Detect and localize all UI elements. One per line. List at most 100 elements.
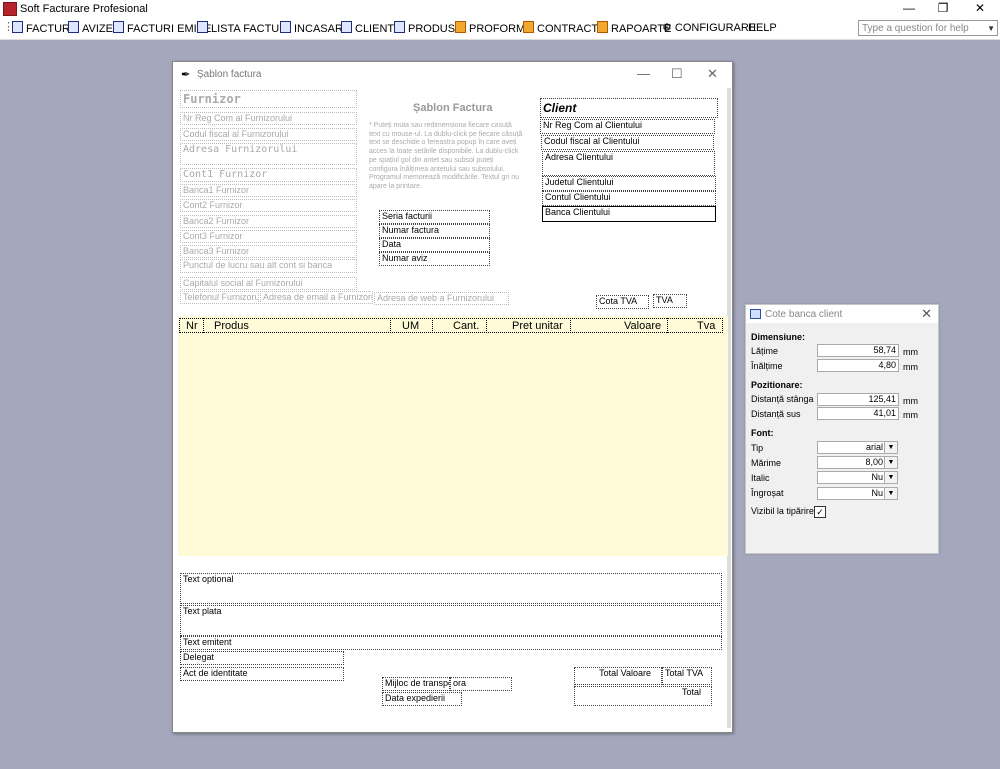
furnizor-email-field[interactable]: Adresa de email a Furnizorului [260, 291, 373, 304]
menu-configurare[interactable]: ⚙ CONFIGURARE [662, 21, 756, 35]
panel-title: Cote banca client [765, 309, 843, 320]
italic-select[interactable]: Nu ▼ [817, 471, 898, 484]
total-tva-field[interactable]: Total TVA [662, 667, 712, 685]
client-adresa-field[interactable]: Adresa Clientului [542, 151, 715, 176]
tva-field[interactable]: TVA [653, 294, 687, 308]
text-optional-field[interactable]: Text optional [180, 573, 722, 604]
italic-label: Italic [751, 473, 770, 483]
furnizor-punct-lucru-field[interactable]: Punctul de lucru sau alt cont si banca [180, 259, 357, 273]
chevron-down-icon[interactable]: ▼ [884, 442, 897, 453]
ora-field[interactable]: ora [450, 677, 512, 691]
stanga-unit: mm [903, 396, 918, 406]
help-search-input[interactable]: Type a question for help ▼ [858, 20, 998, 36]
latime-input[interactable]: 58,74 [817, 344, 899, 357]
furnizor-cont3-field[interactable]: Cont3 Furnizor [180, 230, 357, 243]
menu-incasari[interactable]: INCASARI [280, 21, 346, 35]
delegat-field[interactable]: Delegat [180, 651, 344, 665]
cota-tva-field[interactable]: Cota TVA [596, 295, 649, 309]
total-field[interactable]: Total [574, 686, 712, 706]
seria-field[interactable]: Seria facturii [379, 210, 490, 224]
col-cant[interactable]: Cant. [453, 320, 479, 332]
inaltime-label: Înălțime [751, 361, 783, 371]
furnizor-banca1-field[interactable]: Banca1 Furnizor [180, 184, 357, 197]
col-divider [667, 318, 668, 333]
panel-title-bar: Cote banca client ✕ [746, 305, 938, 323]
chevron-down-icon[interactable]: ▼ [884, 457, 897, 468]
menu-produse[interactable]: PRODUSE [394, 21, 462, 35]
contracte-icon [523, 21, 534, 33]
produse-icon [394, 21, 405, 33]
mijloc-transport-field[interactable]: Mijloc de transport [382, 677, 450, 691]
inaltime-input[interactable]: 4,80 [817, 359, 899, 372]
col-tva[interactable]: Tva [697, 320, 715, 332]
window-title-bar: ✒ Șablon factura — ☐ ✕ [173, 62, 732, 86]
stanga-label: Distanță stânga [751, 394, 814, 404]
data-expedierii-field[interactable]: Data expedierii [382, 692, 462, 706]
menu-proforme[interactable]: PROFORME [455, 21, 533, 35]
furnizor-banca3-field[interactable]: Banca3 Furnizor [180, 245, 357, 258]
window-minimize-button[interactable]: — [637, 66, 650, 81]
furnizor-telefon-field[interactable]: Telefonul Furnizorul [180, 291, 259, 304]
menu-avize[interactable]: AVIZE [68, 21, 113, 35]
furnizor-capital-field[interactable]: Capitalul social al Furnizorului [180, 277, 357, 290]
menu-facturi[interactable]: FACTURI [12, 21, 73, 35]
minimize-button[interactable]: — [892, 0, 926, 17]
numar-factura-field[interactable]: Numar factura [379, 224, 490, 238]
menu-help[interactable]: HELP [748, 21, 777, 35]
furnizor-field[interactable]: Furnizor [180, 90, 357, 108]
close-icon[interactable]: ✕ [921, 306, 932, 322]
inaltime-unit: mm [903, 362, 918, 372]
col-produs[interactable]: Produs [214, 320, 249, 332]
numar-aviz-field[interactable]: Numar aviz [379, 252, 490, 266]
text-plata-field[interactable]: Text plata [180, 605, 722, 636]
col-divider [486, 318, 487, 333]
window-maximize-button[interactable]: ☐ [671, 66, 683, 82]
client-nr-reg-field[interactable]: Nr Reg Com al Clientului [540, 119, 715, 134]
client-field[interactable]: Client [540, 98, 718, 118]
products-area[interactable] [178, 316, 728, 556]
furnizor-cont1-field[interactable]: Cont1 Furnizor [180, 168, 357, 182]
menu-lista-facturi[interactable]: LISTA FACTURI [197, 21, 290, 35]
ingrosat-select[interactable]: Nu ▼ [817, 487, 898, 500]
vizibil-checkbox[interactable]: ✓ [814, 506, 826, 518]
dimensiune-heading: Dimensiune: [751, 332, 806, 342]
menu-rapoarte[interactable]: RAPOARTE [597, 21, 671, 35]
sus-input[interactable]: 41,01 [817, 407, 899, 420]
window-close-button[interactable]: ✕ [707, 66, 718, 82]
chevron-down-icon[interactable]: ▼ [884, 488, 897, 499]
furnizor-nr-reg-field[interactable]: Nr Reg Com al Furnizorului [180, 112, 357, 125]
proforme-icon [455, 21, 466, 33]
pozitionare-heading: Pozitionare: [751, 380, 803, 390]
furnizor-cont2-field[interactable]: Cont2 Furnizor [180, 199, 357, 212]
client-judet-field[interactable]: Judetul Clientului [542, 176, 716, 191]
close-app-button[interactable]: ✕ [963, 0, 997, 17]
col-valoare[interactable]: Valoare [624, 320, 661, 332]
furnizor-cod-fiscal-field[interactable]: Codul fiscal al Furnizorului [180, 128, 357, 141]
text-emitent-field[interactable]: Text emitent [180, 636, 722, 650]
furnizor-adresa-field[interactable]: Adresa Furnizorului [180, 143, 357, 165]
client-cont-field[interactable]: Contul Clientului [542, 191, 716, 206]
font-heading: Font: [751, 428, 774, 438]
menu-clienti[interactable]: CLIENTI [341, 21, 397, 35]
sus-label: Distanță sus [751, 409, 801, 419]
chevron-down-icon[interactable]: ▼ [987, 21, 995, 37]
tip-select[interactable]: arial ▼ [817, 441, 898, 454]
client-banca-field[interactable]: Banca Clientului [542, 206, 716, 222]
col-um[interactable]: UM [402, 320, 419, 332]
incasari-icon [280, 21, 291, 33]
client-cod-fiscal-field[interactable]: Codul fiscal al Clientului [541, 135, 714, 150]
col-nr[interactable]: Nr [186, 320, 198, 332]
furnizor-banca2-field[interactable]: Banca2 Furnizor [180, 215, 357, 228]
data-field[interactable]: Data [379, 238, 490, 252]
menu-contracte[interactable]: CONTRACTE [523, 21, 605, 35]
marime-select[interactable]: 8,00 ▼ [817, 456, 898, 469]
furnizor-web-field[interactable]: Adresa de web a Furnizorului [374, 292, 509, 305]
total-valoare-field[interactable]: Total Valoare [574, 667, 662, 685]
chevron-down-icon[interactable]: ▼ [884, 472, 897, 483]
restore-button[interactable]: ❐ [926, 0, 960, 17]
stanga-input[interactable]: 125,41 [817, 393, 899, 406]
cote-banca-client-panel: Cote banca client ✕ Dimensiune: Lățime 5… [745, 304, 939, 554]
window-title: Șablon factura [197, 69, 262, 80]
col-pret-unitar[interactable]: Pret unitar [512, 320, 563, 332]
act-identitate-field[interactable]: Act de identitate [180, 667, 344, 681]
